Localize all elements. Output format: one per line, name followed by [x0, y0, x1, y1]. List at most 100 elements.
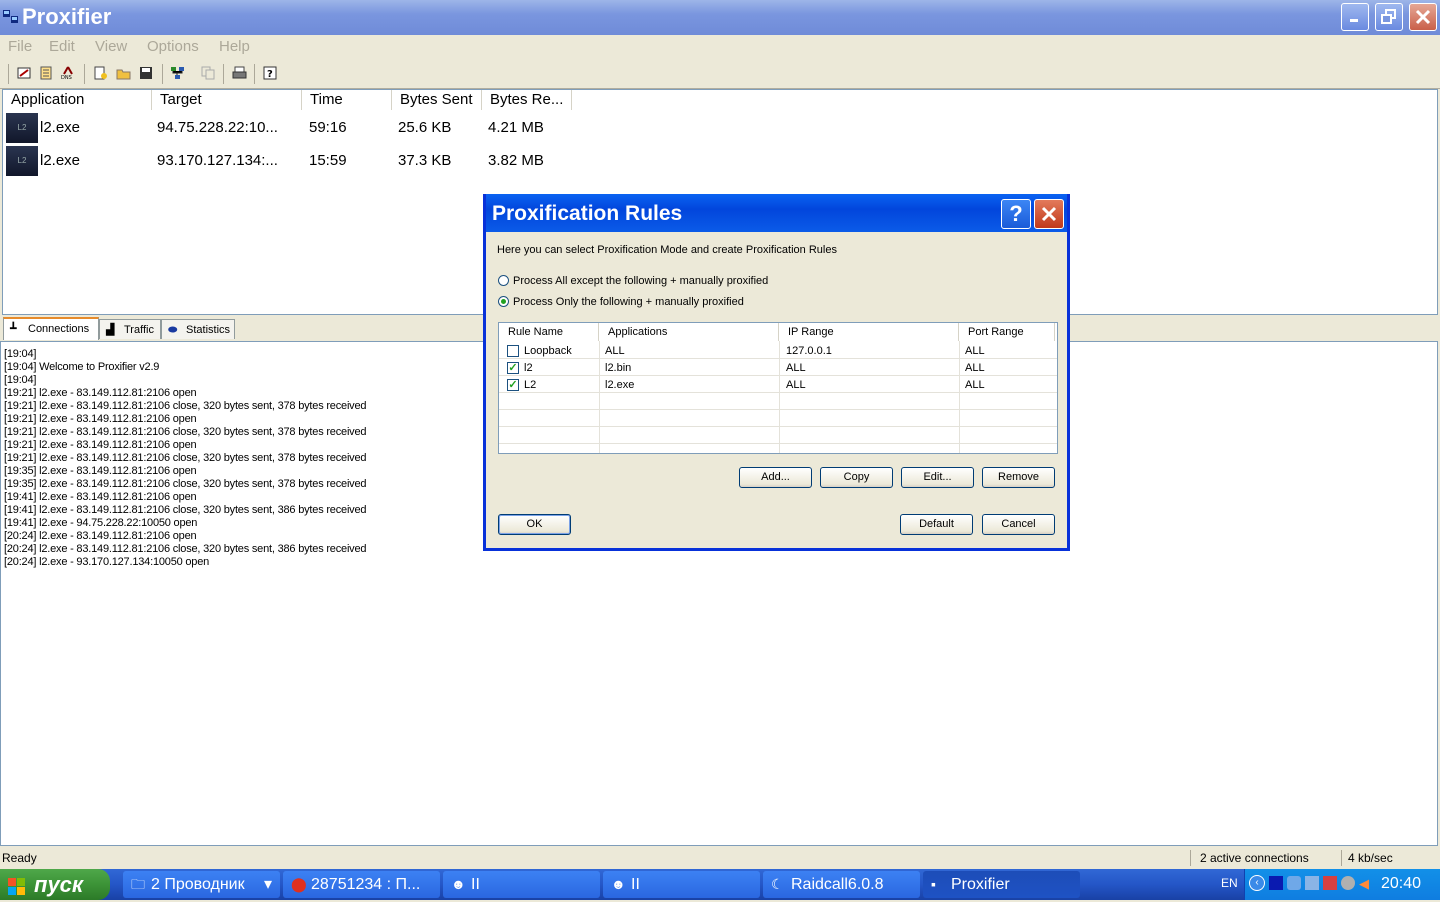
log-line: [19:41] l2.exe - 94.75.228.22:10050 open: [4, 517, 198, 529]
close-icon[interactable]: [1034, 199, 1064, 229]
column-header-applications[interactable]: Applications: [599, 323, 779, 341]
mode-all-radio[interactable]: [498, 275, 509, 286]
proxifier-app-icon: [3, 10, 19, 24]
tray-app-icon[interactable]: [1287, 876, 1301, 890]
rule-enabled-checkbox[interactable]: ✓: [507, 362, 519, 374]
windows-logo-icon: [8, 876, 26, 902]
toolbar: DNS ?: [0, 58, 1440, 89]
menu-file[interactable]: File: [8, 38, 32, 55]
rule-enabled-checkbox[interactable]: [507, 345, 519, 357]
remove-rule-button[interactable]: Remove: [982, 467, 1055, 488]
dialog-title-bar[interactable]: Proxification Rules ?: [486, 194, 1067, 232]
edit-rule-button[interactable]: Edit...: [901, 467, 974, 488]
proxy-servers-icon[interactable]: [17, 66, 32, 80]
log-line: [20:24] l2.exe - 83.149.112.81:2106 open: [4, 530, 197, 542]
status-bar: Ready 2 active connections 4 kb/sec: [0, 849, 1440, 869]
volume-icon[interactable]: ◀: [1359, 876, 1373, 891]
add-rule-button[interactable]: Add...: [739, 467, 812, 488]
task-game-1[interactable]: ☻ II: [443, 871, 600, 898]
svg-text:DNS: DNS: [61, 75, 72, 80]
row-time: 15:59: [309, 152, 347, 169]
language-indicator[interactable]: EN: [1221, 876, 1238, 890]
column-header-bytes-sent[interactable]: Bytes Sent: [392, 90, 482, 110]
column-header-time[interactable]: Time: [302, 90, 392, 110]
game-icon: ☻: [611, 876, 626, 892]
log-line: [19:04]: [4, 374, 37, 386]
task-raidcall[interactable]: ☾ Raidcall6.0.8: [763, 871, 920, 898]
task-proxifier[interactable]: ▪ Proxifier: [923, 871, 1080, 898]
mode-only-radio[interactable]: [498, 296, 509, 307]
tray-app-icon[interactable]: [1341, 876, 1355, 890]
rules-icon[interactable]: [39, 66, 54, 80]
column-header-application[interactable]: Application: [3, 90, 152, 110]
copy-rule-button[interactable]: Copy: [820, 467, 893, 488]
restore-icon[interactable]: [1375, 3, 1403, 31]
log-line: [19:21] l2.exe - 83.149.112.81:2106 open: [4, 413, 197, 425]
tab-label: Connections: [28, 323, 90, 335]
proxification-rules-dialog: Proxification Rules ? Here you can selec…: [483, 194, 1070, 551]
minimize-icon[interactable]: [1341, 3, 1369, 31]
show-hidden-icons-icon[interactable]: ‹: [1249, 875, 1265, 891]
cancel-button[interactable]: Cancel: [982, 514, 1055, 535]
copy-icon[interactable]: [201, 66, 216, 80]
menu-view[interactable]: View: [95, 38, 127, 55]
log-line: [20:24] l2.exe - 93.170.127.134:10050 op…: [4, 556, 210, 568]
task-explorer[interactable]: 🗀 2 Проводник ▾: [123, 871, 280, 898]
toolbar-separator: [8, 64, 9, 84]
column-header-bytes-received[interactable]: Bytes Re...: [482, 90, 572, 110]
open-profile-icon[interactable]: [116, 66, 131, 80]
menu-edit[interactable]: Edit: [49, 38, 75, 55]
question-icon[interactable]: ?: [1001, 199, 1031, 229]
title-bar[interactable]: Proxifier: [0, 0, 1440, 35]
clock[interactable]: 20:40: [1381, 875, 1421, 893]
row-divider: [499, 392, 1057, 393]
default-button[interactable]: Default: [900, 514, 973, 535]
column-header-ip-range[interactable]: IP Range: [779, 323, 959, 341]
row-time: 59:16: [309, 119, 347, 136]
rule-applications: l2.bin: [605, 362, 632, 374]
ok-button[interactable]: OK: [498, 514, 571, 535]
new-profile-icon[interactable]: [93, 66, 108, 80]
menu-bar: File Edit View Options Help: [0, 35, 1440, 57]
mode-only-label[interactable]: Process Only the following + manually pr…: [513, 296, 744, 308]
start-button[interactable]: пуск: [0, 869, 110, 900]
row-bytes-sent: 25.6 KB: [398, 119, 452, 136]
rule-enabled-checkbox[interactable]: ✓: [507, 379, 519, 391]
column-header-port-range[interactable]: Port Range: [959, 323, 1055, 341]
help-icon[interactable]: ?: [263, 66, 278, 80]
tab-connections[interactable]: ┻ Connections: [3, 317, 99, 340]
system-tray: EN ‹ ◀ 20:40: [1221, 869, 1440, 900]
menu-help[interactable]: Help: [219, 38, 250, 55]
close-icon[interactable]: [1409, 3, 1437, 31]
traffic-icon: ▟: [106, 324, 115, 336]
rule-applications: l2.exe: [605, 379, 635, 391]
mode-all-label[interactable]: Process All except the following + manua…: [513, 275, 768, 287]
column-header-target[interactable]: Target: [152, 90, 302, 110]
rules-table[interactable]: Rule Name Applications IP Range Port Ran…: [498, 322, 1058, 454]
security-tray-icon[interactable]: [1323, 876, 1337, 890]
task-label: 2 Проводник: [151, 876, 245, 893]
print-icon[interactable]: [232, 66, 247, 80]
table-row[interactable]: L2 l2.exe 94.75.228.22:10... 59:16 25.6 …: [3, 111, 603, 144]
svg-text:?: ?: [267, 69, 273, 80]
start-label: пуск: [34, 872, 84, 897]
task-label: Raidcall6.0.8: [791, 876, 884, 893]
tray-app-icon[interactable]: [1269, 876, 1283, 890]
tab-traffic[interactable]: ▟ Traffic: [99, 319, 161, 339]
table-row[interactable]: L2 l2.exe 93.170.127.134:... 15:59 37.3 …: [3, 144, 603, 177]
network-icon[interactable]: [170, 66, 185, 80]
statistics-icon: ⬬: [168, 324, 178, 336]
tab-statistics[interactable]: ⬬ Statistics: [161, 319, 235, 339]
raidcall-icon: ☾: [771, 876, 784, 892]
save-profile-icon[interactable]: [139, 66, 154, 80]
dns-icon[interactable]: DNS: [61, 66, 76, 81]
network-tray-icon[interactable]: [1305, 876, 1319, 890]
status-separator: [1341, 850, 1342, 866]
menu-options[interactable]: Options: [147, 38, 199, 55]
row-divider: [499, 443, 1057, 444]
column-header-rule-name[interactable]: Rule Name: [499, 323, 599, 341]
folder-icon: 🗀: [131, 876, 145, 892]
task-game-2[interactable]: ☻ II: [603, 871, 760, 898]
task-opera[interactable]: ⬤ 28751234 : П...: [283, 871, 440, 898]
toolbar-separator: [254, 64, 255, 84]
